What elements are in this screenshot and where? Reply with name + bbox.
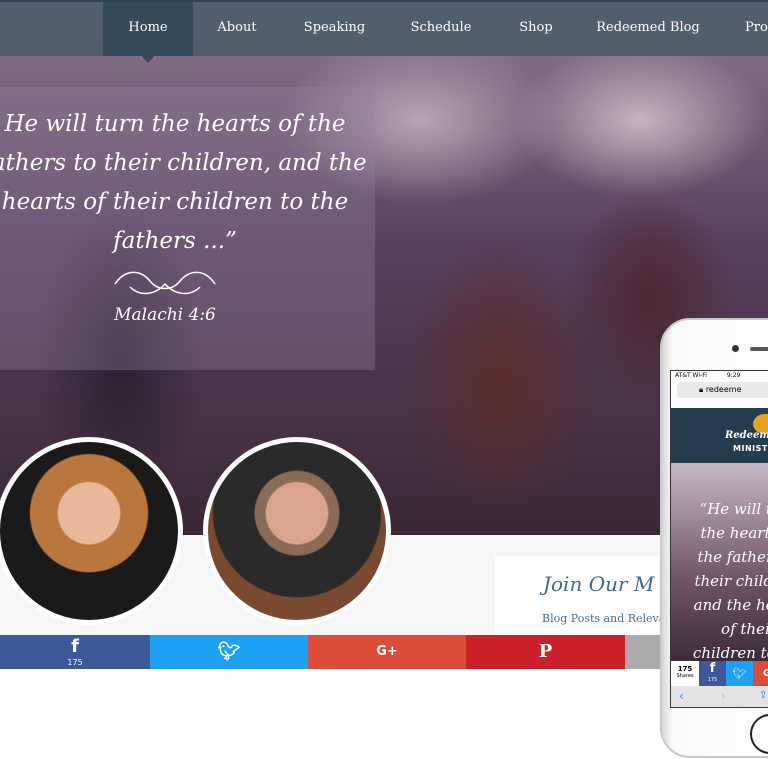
newsletter-subtitle: Blog Posts and Relevan [542,612,673,625]
active-indicator [140,54,156,63]
facebook-count: 175 [67,658,83,667]
twitter-icon: 🐦︎ [732,667,747,680]
shares-label: Shares [676,673,694,679]
url-bar[interactable]: 🔒︎ redeeme [677,382,768,398]
newsletter-title: Join Our M [543,572,655,596]
facebook-icon: f [709,661,716,676]
google-icon: G [763,668,768,679]
share-icon[interactable]: ⇪ [759,690,767,701]
camera-icon [732,345,739,352]
nav-home[interactable]: Home [103,2,193,56]
shares-count: 175 [677,665,693,673]
mobile-share-facebook[interactable]: f 175 [699,661,726,686]
flourish-ornament [114,271,216,295]
quote-box: He will turn the hearts of the fathers t… [0,87,375,370]
mobile-share-google[interactable]: G [753,661,768,686]
main-nav: Home About Speaking Schedule Shop Redeem… [0,0,768,56]
nav-schedule[interactable]: Schedule [388,2,494,56]
nav-shop[interactable]: Shop [494,2,578,56]
share-pinterest[interactable]: P [466,635,625,669]
nav-speaking[interactable]: Speaking [281,2,388,56]
mobile-share-twitter[interactable]: 🐦︎ [726,661,753,686]
back-icon[interactable]: ‹ [679,689,684,703]
share-facebook[interactable]: f 175 [0,635,150,669]
speaker-grille [750,347,768,351]
facebook-icon: f [71,636,79,657]
url-text: redeeme [705,385,742,394]
google-plus-icon: G+ [376,644,398,659]
forward-icon[interactable]: › [721,689,726,703]
nav-about[interactable]: About [193,2,281,56]
twitter-icon: 🐦︎ [217,641,241,662]
mobile-share-count: 175 Shares [671,661,699,686]
quote-reference: Malachi 4:6 [114,305,216,325]
phone-screen: AT&T Wi-Fi 9:29 🔒︎ redeeme Redeeme MINIST… [670,370,768,708]
mobile-header: Redeeme MINISTR [671,408,768,463]
avatar-man [203,437,391,625]
mobile-fb-count: 175 [707,677,718,683]
pinterest-icon: P [538,641,553,662]
time: 9:29 [726,372,741,379]
nav-prom[interactable]: Prom [745,2,768,56]
share-google[interactable]: G+ [308,635,466,669]
home-button[interactable] [750,714,768,754]
nav-redeemed-blog[interactable]: Redeemed Blog [578,2,718,56]
newsletter-box: Join Our M Blog Posts and Relevan [495,556,673,635]
share-twitter[interactable]: 🐦︎ [150,635,308,669]
mobile-logo-sub: MINISTR [733,444,768,453]
carrier: AT&T Wi-Fi [675,372,707,379]
status-bar: AT&T Wi-Fi 9:29 [671,371,768,381]
mobile-hero: “He will turn the hearts of the fathers … [671,463,768,686]
browser-toolbar: ‹ › ⇪ [671,686,768,707]
avatar-woman [0,437,183,625]
mobile-logo: Redeeme [725,430,768,441]
quote-text: He will turn the hearts of the fathers t… [0,111,367,254]
